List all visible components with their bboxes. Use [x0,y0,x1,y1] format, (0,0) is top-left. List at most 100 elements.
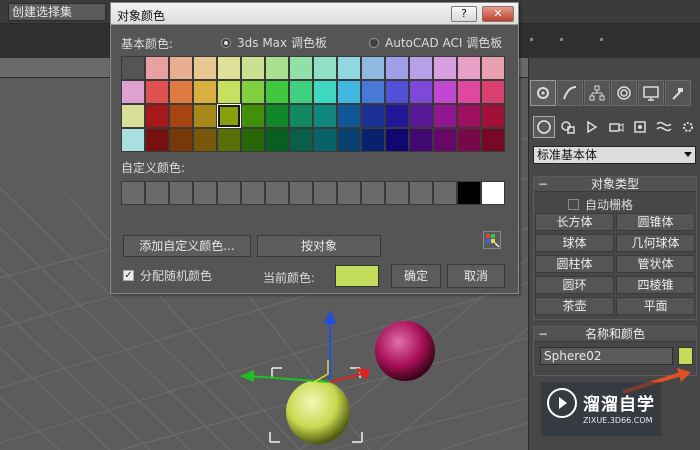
basic-color-swatch[interactable] [361,128,385,152]
cameras-subtab[interactable] [605,116,627,138]
systems-subtab[interactable] [677,116,699,138]
basic-color-swatch[interactable] [169,128,193,152]
basic-color-swatch[interactable] [145,104,169,128]
basic-color-swatch[interactable] [457,80,481,104]
basic-color-swatch[interactable] [121,128,145,152]
basic-color-swatch[interactable] [313,128,337,152]
basic-color-swatch[interactable] [289,104,313,128]
transform-gizmo[interactable] [240,310,370,383]
basic-color-swatch[interactable] [481,104,505,128]
basic-color-swatch[interactable] [289,80,313,104]
basic-color-swatch[interactable] [481,128,505,152]
display-tab[interactable] [638,80,664,106]
basic-color-swatch[interactable] [289,128,313,152]
basic-color-swatch[interactable] [433,128,457,152]
basic-color-swatch[interactable] [145,56,169,80]
basic-color-swatch[interactable] [241,104,265,128]
assign-random-colors-checkbox[interactable]: ✓ 分配随机颜色 [123,267,212,284]
basic-color-swatch[interactable] [481,80,505,104]
custom-color-swatch[interactable] [433,181,457,205]
teapot-button[interactable]: 茶壶 [535,297,614,315]
basic-color-swatch[interactable] [433,104,457,128]
basic-color-swatch[interactable] [457,128,481,152]
plane-button[interactable]: 平面 [616,297,695,315]
basic-color-swatch[interactable] [385,80,409,104]
basic-color-swatch[interactable] [337,104,361,128]
custom-color-swatch[interactable] [409,181,433,205]
custom-color-swatch[interactable] [457,181,481,205]
box-button[interactable]: 长方体 [535,213,614,231]
basic-color-swatch[interactable] [361,104,385,128]
lights-subtab[interactable] [581,116,603,138]
custom-color-swatch[interactable] [337,181,361,205]
spacewarps-subtab[interactable] [653,116,675,138]
basic-color-swatch[interactable] [217,80,241,104]
custom-color-swatch[interactable] [265,181,289,205]
dialog-titlebar[interactable]: 对象颜色 ? ✕ [111,3,518,25]
custom-color-swatch[interactable] [481,181,505,205]
basic-color-swatch[interactable] [433,56,457,80]
custom-color-swatch[interactable] [313,181,337,205]
basic-color-swatch[interactable] [409,128,433,152]
basic-color-swatch[interactable] [265,128,289,152]
basic-color-swatch[interactable] [217,128,241,152]
custom-color-swatch[interactable] [121,181,145,205]
basic-color-swatch[interactable] [313,56,337,80]
radio-selected-icon[interactable] [221,37,231,48]
palette-radio-autocad[interactable]: AutoCAD ACI 调色板 [369,34,502,51]
basic-color-swatch[interactable] [289,56,313,80]
basic-color-swatch[interactable] [409,56,433,80]
sphere-button[interactable]: 球体 [535,234,614,252]
basic-color-swatch[interactable] [121,104,145,128]
radio-unselected-icon[interactable] [369,37,379,48]
basic-color-swatch[interactable] [409,80,433,104]
basic-color-swatch[interactable] [361,80,385,104]
cancel-button[interactable]: 取消 [447,264,505,288]
basic-color-swatch[interactable] [385,128,409,152]
utilities-tab[interactable] [665,80,691,106]
basic-color-swatch[interactable] [145,80,169,104]
shapes-subtab[interactable] [557,116,579,138]
create-tab[interactable] [530,80,556,106]
hierarchy-tab[interactable] [584,80,610,106]
torus-button[interactable]: 圆环 [535,276,614,294]
object-color-swatch[interactable] [678,347,693,365]
basic-color-swatch[interactable] [457,56,481,80]
basic-color-swatch[interactable] [265,80,289,104]
basic-color-swatch[interactable] [337,80,361,104]
basic-color-swatch[interactable] [193,80,217,104]
basic-color-swatch[interactable] [337,56,361,80]
ok-button[interactable]: 确定 [391,264,441,288]
cone-button[interactable]: 圆锥体 [616,213,695,231]
basic-color-swatch[interactable] [217,56,241,80]
basic-color-swatch[interactable] [121,56,145,80]
eyedropper-icon[interactable] [483,231,501,249]
custom-color-swatch[interactable] [217,181,241,205]
geometry-subtab[interactable] [533,116,555,138]
object-category-dropdown[interactable]: 标准基本体 [533,146,696,164]
custom-color-swatch[interactable] [361,181,385,205]
basic-color-swatch[interactable] [169,104,193,128]
custom-color-swatch[interactable] [145,181,169,205]
basic-color-swatch[interactable] [409,104,433,128]
basic-color-swatch[interactable] [241,128,265,152]
basic-color-swatch[interactable] [313,104,337,128]
basic-color-swatch[interactable] [265,104,289,128]
basic-color-swatch[interactable] [169,80,193,104]
add-custom-color-button[interactable]: 添加自定义颜色... [123,235,251,257]
custom-color-swatch[interactable] [193,181,217,205]
selection-set-field[interactable]: 创建选择集 [8,3,106,21]
checkbox-checked-icon[interactable]: ✓ [123,270,134,281]
sphere-magenta[interactable] [375,321,435,381]
tube-button[interactable]: 管状体 [616,255,695,273]
autogrid-check-box[interactable] [568,199,579,210]
basic-color-swatch[interactable] [265,56,289,80]
custom-color-swatch[interactable] [385,181,409,205]
basic-color-swatch[interactable] [385,104,409,128]
basic-color-swatch[interactable] [241,56,265,80]
palette-radio-3dsmax[interactable]: 3ds Max 调色板 [221,34,327,51]
object-type-header[interactable]: − 对象类型 [534,177,696,192]
sphere-yellow-selected[interactable] [286,380,350,444]
basic-color-swatch[interactable] [385,56,409,80]
basic-color-swatch[interactable] [337,128,361,152]
